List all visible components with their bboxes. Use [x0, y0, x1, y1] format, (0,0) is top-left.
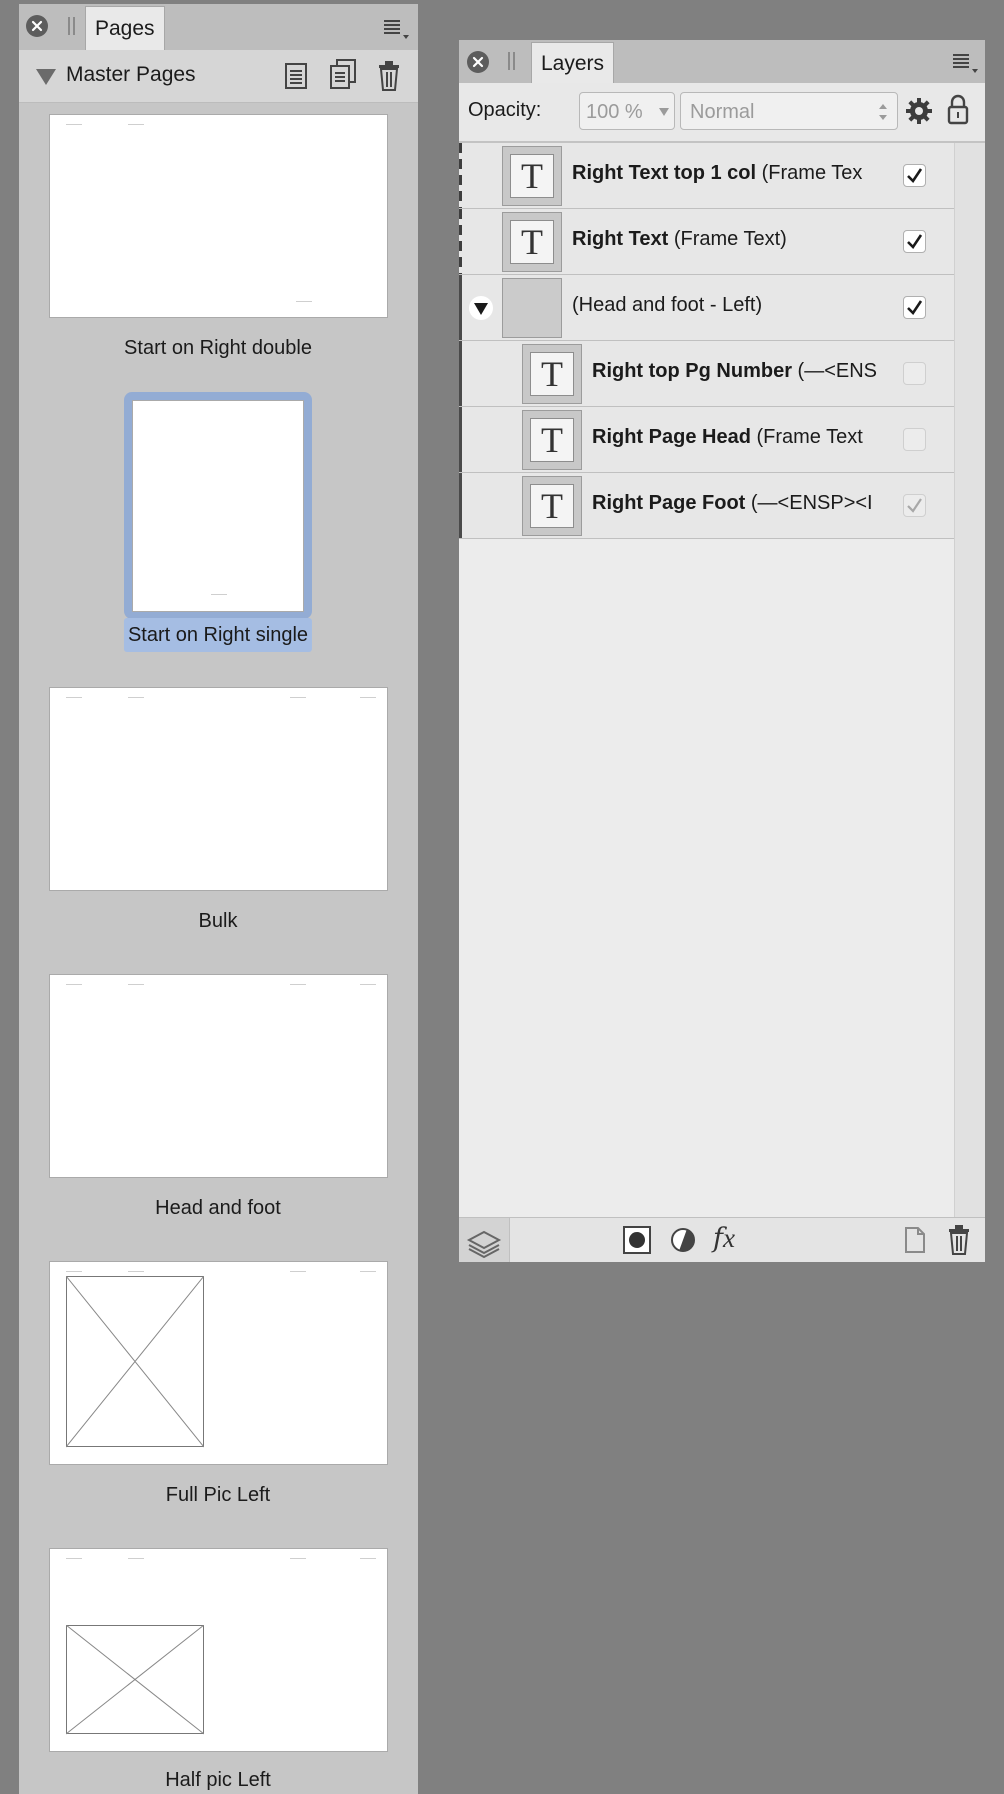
- duplicate-master-icon[interactable]: [329, 58, 357, 90]
- master-thumbnail[interactable]: [49, 687, 388, 891]
- delete-layer-icon[interactable]: [948, 1225, 970, 1255]
- master-thumbnail[interactable]: [49, 1548, 388, 1752]
- layer-name: Right Page Foot (—<ENSP><I: [592, 492, 873, 514]
- layer-name: (Head and foot - Left): [572, 294, 763, 316]
- drag-grip-icon[interactable]: [508, 52, 515, 70]
- collapse-triangle-icon[interactable]: [35, 68, 57, 86]
- layer-row[interactable]: T Right Text top 1 col (Frame Tex: [459, 143, 954, 209]
- master-thumbnail[interactable]: [49, 1261, 388, 1465]
- layer-name: Right Text top 1 col (Frame Tex: [572, 162, 863, 184]
- master-caption: Bulk: [198, 910, 238, 932]
- checkmark-icon: [907, 498, 922, 513]
- layers-footer-toolbar: 𝑓x: [459, 1217, 985, 1262]
- drag-grip-icon[interactable]: [68, 17, 75, 35]
- master-thumbnail-selected[interactable]: [132, 400, 304, 612]
- text-frame-thumbnail: T: [502, 212, 562, 272]
- adjustment-icon[interactable]: [670, 1227, 696, 1253]
- section-title: Master Pages: [66, 63, 196, 86]
- layers-panel: Layers Opacity: 100 % Normal T Right Tex…: [459, 40, 985, 1262]
- layer-row[interactable]: T Right Page Foot (—<ENSP><I: [459, 473, 954, 539]
- layer-stack-icon[interactable]: [459, 1218, 510, 1262]
- master-pages-header: Master Pages: [19, 50, 418, 103]
- checkmark-icon: [907, 300, 923, 316]
- text-frame-icon: T: [530, 352, 574, 396]
- master-caption: Head and foot: [155, 1197, 281, 1219]
- insert-master-icon[interactable]: [284, 62, 308, 90]
- visibility-checkbox[interactable]: [903, 164, 926, 187]
- add-mask-icon[interactable]: [622, 1225, 652, 1255]
- stepper-arrows-icon: [879, 104, 887, 120]
- text-frame-icon: T: [510, 220, 554, 264]
- text-frame-thumbnail: T: [522, 410, 582, 470]
- layer-row[interactable]: T Right Page Head (Frame Text: [459, 407, 954, 473]
- add-layer-icon[interactable]: [903, 1226, 927, 1254]
- layer-name: Right top Pg Number (—<ENS: [592, 360, 878, 382]
- master-caption: Start on Right double: [124, 337, 312, 359]
- picture-placeholder-icon: [66, 1625, 204, 1735]
- checkmark-icon: [907, 234, 923, 250]
- master-thumbnail[interactable]: [49, 974, 388, 1178]
- delete-master-icon[interactable]: [378, 61, 400, 91]
- text-frame-icon: T: [510, 154, 554, 198]
- layer-name: Right Page Head (Frame Text: [592, 426, 863, 448]
- layer-group-row[interactable]: (Head and foot - Left): [459, 275, 954, 341]
- panel-menu-icon[interactable]: [384, 18, 412, 40]
- text-frame-thumbnail: T: [522, 476, 582, 536]
- layers-scrollbar[interactable]: [954, 143, 985, 1217]
- visibility-checkbox[interactable]: [903, 296, 926, 319]
- opacity-label: Opacity:: [468, 99, 542, 121]
- lock-icon[interactable]: [947, 93, 969, 125]
- pages-panel: Pages Master Pages Start on Right double…: [19, 4, 418, 1794]
- tab-pages[interactable]: Pages: [85, 6, 165, 50]
- group-thumbnail: [502, 278, 562, 338]
- opacity-field[interactable]: 100 %: [579, 92, 675, 130]
- blend-mode-select[interactable]: Normal: [680, 92, 898, 130]
- close-panel-icon[interactable]: [467, 51, 489, 73]
- expand-triangle-icon[interactable]: [469, 296, 493, 320]
- visibility-checkbox[interactable]: [903, 428, 926, 451]
- dropdown-arrow-icon: [659, 108, 669, 116]
- master-thumbnail[interactable]: [49, 114, 388, 318]
- opacity-value: 100 %: [586, 101, 643, 123]
- pages-tab-bar: Pages: [19, 4, 418, 50]
- layers-list: T Right Text top 1 col (Frame Tex T Righ…: [459, 143, 954, 1217]
- text-frame-icon: T: [530, 418, 574, 462]
- text-frame-thumbnail: T: [502, 146, 562, 206]
- layer-name: Right Text (Frame Text): [572, 228, 787, 250]
- blend-mode-value: Normal: [690, 101, 755, 123]
- text-frame-icon: T: [530, 484, 574, 528]
- close-panel-icon[interactable]: [26, 15, 48, 37]
- text-frame-thumbnail: T: [522, 344, 582, 404]
- layer-row[interactable]: T Right top Pg Number (—<ENS: [459, 341, 954, 407]
- panel-menu-icon[interactable]: [953, 52, 981, 74]
- checkmark-icon: [907, 168, 923, 184]
- settings-gear-icon[interactable]: [905, 97, 933, 125]
- picture-placeholder-icon: [66, 1276, 204, 1448]
- visibility-checkbox[interactable]: [903, 362, 926, 385]
- master-caption: Half pic Left: [165, 1769, 271, 1791]
- layer-row[interactable]: T Right Text (Frame Text): [459, 209, 954, 275]
- opacity-row: Opacity: 100 % Normal: [459, 83, 985, 143]
- visibility-checkbox[interactable]: [903, 230, 926, 253]
- effects-fx-icon[interactable]: 𝑓x: [713, 1223, 735, 1254]
- visibility-checkbox[interactable]: [903, 494, 926, 517]
- tab-layers[interactable]: Layers: [531, 42, 615, 83]
- master-caption: Full Pic Left: [165, 1484, 271, 1506]
- master-caption-selected: Start on Right single: [123, 618, 313, 652]
- layers-tab-bar: Layers: [459, 40, 985, 83]
